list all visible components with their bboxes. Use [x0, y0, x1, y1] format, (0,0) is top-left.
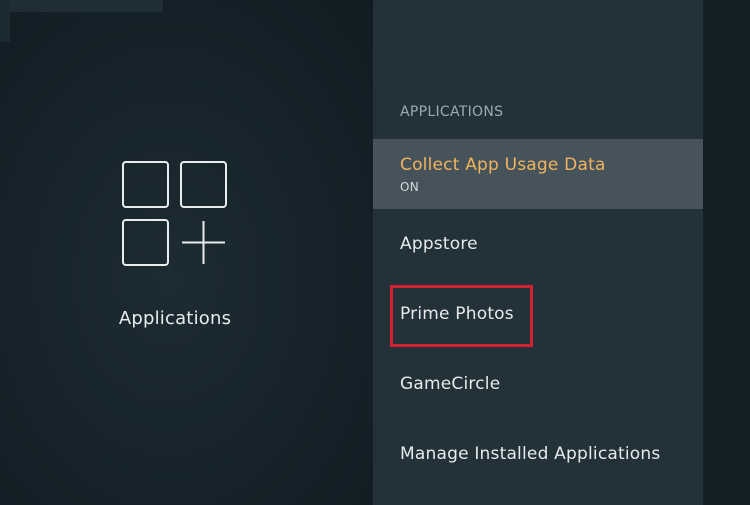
menu-item-label: Collect App Usage Data — [400, 155, 606, 175]
menu-item-label: Prime Photos — [400, 304, 514, 324]
background-edge-panel — [703, 0, 750, 505]
background-edge — [0, 0, 10, 42]
category-panel: Applications — [0, 0, 373, 505]
menu-item-appstore[interactable]: Appstore — [373, 209, 703, 279]
menu-item-label: Manage Installed Applications — [400, 444, 661, 464]
background-strip — [0, 0, 163, 12]
menu-item-label: GameCircle — [400, 374, 501, 394]
section-header: APPLICATIONS — [400, 104, 504, 120]
category-title: Applications — [118, 308, 232, 329]
menu-item-label: Appstore — [400, 234, 478, 254]
menu-item-prime-photos[interactable]: Prime Photos — [373, 279, 703, 349]
menu-item-collect-app-usage-data[interactable]: Collect App Usage Data ON — [373, 139, 703, 209]
settings-menu-panel: APPLICATIONS Collect App Usage Data ON A… — [373, 0, 703, 505]
menu-item-gamecircle[interactable]: GameCircle — [373, 349, 703, 419]
applications-grid-plus-icon — [122, 161, 227, 266]
menu-item-status: ON — [400, 180, 420, 194]
menu-item-manage-installed-applications[interactable]: Manage Installed Applications — [373, 419, 703, 489]
